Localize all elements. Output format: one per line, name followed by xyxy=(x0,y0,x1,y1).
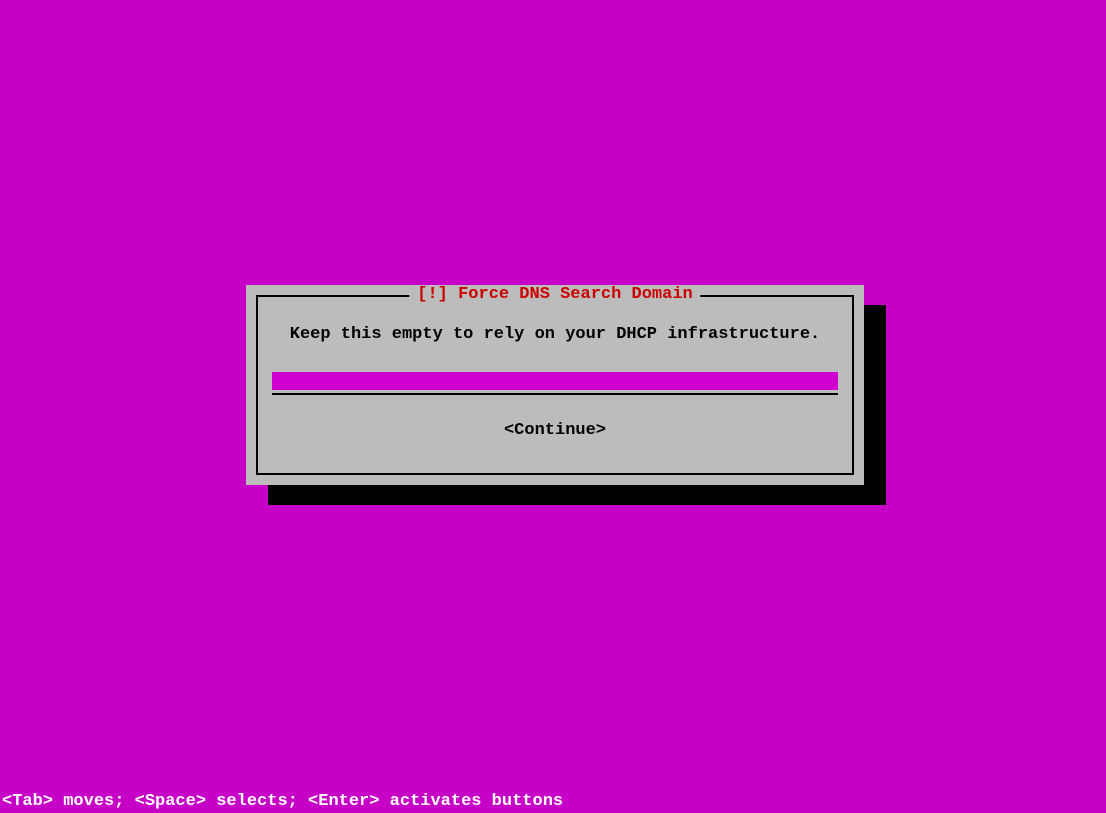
title-marker: [!] xyxy=(417,285,458,304)
dialog-content: Keep this empty to rely on your DHCP inf… xyxy=(258,297,852,450)
input-underline xyxy=(272,393,838,395)
dialog-frame: [!] Force DNS Search Domain Keep this em… xyxy=(256,295,854,475)
dialog-title: [!] Force DNS Search Domain xyxy=(409,285,700,304)
footer-help-text: <Tab> moves; <Space> selects; <Enter> ac… xyxy=(2,792,563,811)
dialog-box: [!] Force DNS Search Domain Keep this em… xyxy=(246,285,864,485)
continue-button[interactable]: <Continue> xyxy=(504,421,606,440)
title-text: Force DNS Search Domain xyxy=(458,285,693,304)
instruction-text: Keep this empty to rely on your DHCP inf… xyxy=(290,325,821,344)
dns-search-domain-input[interactable] xyxy=(272,372,838,390)
